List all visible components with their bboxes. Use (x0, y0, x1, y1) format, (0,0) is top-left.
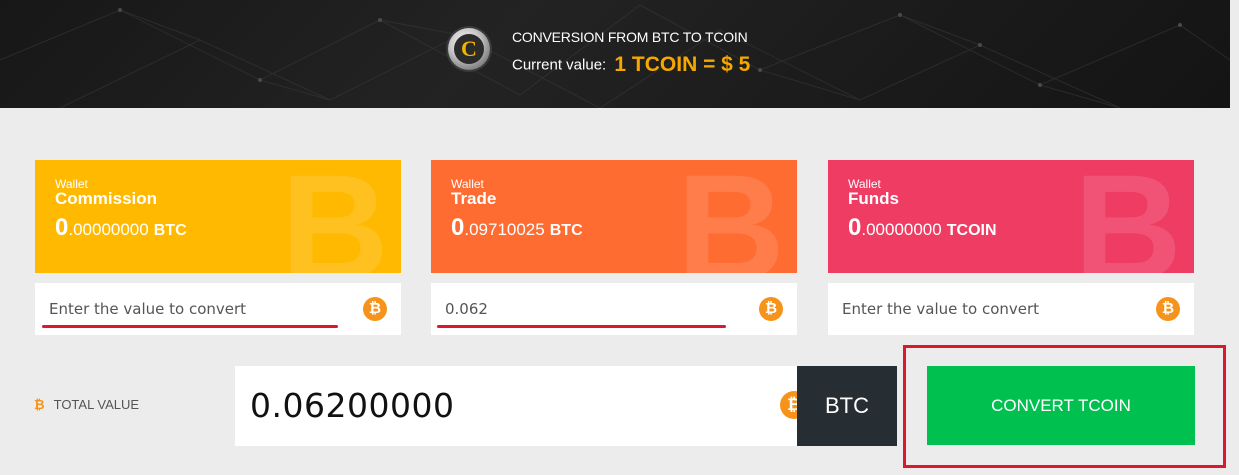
highlight-underline (437, 325, 726, 328)
conversion-title: CONVERSION FROM BTC TO TCOIN (512, 29, 748, 45)
commission-convert-input[interactable] (49, 297, 349, 321)
current-value-label: Current value: (512, 56, 607, 74)
wallet-name: Funds (848, 189, 899, 208)
bitcoin-watermark-icon: B (280, 160, 389, 273)
current-value-line: Current value: 1 TCOIN = $ 5 (512, 53, 750, 77)
scrollbar-track[interactable] (1230, 0, 1239, 100)
total-value-amount: 0.06200000 (250, 386, 455, 425)
wallet-balance: 0.09710025 BTC (451, 214, 583, 242)
wallet-name: Commission (55, 189, 158, 208)
bitcoin-icon: ₿ (1156, 297, 1180, 321)
balance-integer: 0 (848, 214, 862, 241)
total-value-box: 0.06200000 ₿ (235, 366, 808, 446)
bitcoin-icon: ₿ (759, 297, 783, 321)
header-banner: C CONVERSION FROM BTC TO TCOIN Current v… (0, 0, 1230, 108)
balance-currency: BTC (549, 222, 583, 239)
wallet-card-funds: B Wallet Funds 0.00000000 TCOIN (828, 160, 1194, 273)
highlight-underline (42, 325, 338, 328)
balance-currency: TCOIN (946, 222, 997, 239)
wallet-name: Trade (451, 189, 497, 208)
wallet-card-trade: B Wallet Trade 0.09710025 BTC (431, 160, 797, 273)
tcoin-logo-icon: C (448, 28, 490, 70)
balance-integer: 0 (451, 214, 465, 241)
funds-convert-field: ₿ (828, 283, 1194, 335)
total-label-text: TOTAL VALUE (53, 397, 140, 412)
total-value-label: ₿ TOTAL VALUE (34, 397, 139, 412)
balance-integer: 0 (55, 214, 69, 241)
balance-currency: BTC (153, 222, 187, 239)
wallet-card-commission: B Wallet Commission 0.00000000 BTC (35, 160, 401, 273)
bitcoin-icon: ₿ (363, 297, 387, 321)
bitcoin-watermark-icon: B (1073, 160, 1182, 273)
balance-decimals: .00000000 (861, 220, 942, 239)
logo-letter: C (454, 34, 484, 64)
balance-decimals: .00000000 (68, 220, 149, 239)
trade-convert-input[interactable] (445, 297, 745, 321)
balance-decimals: .09710025 (464, 220, 545, 239)
convert-tcoin-button[interactable]: CONVERT TCOIN (927, 366, 1195, 445)
funds-convert-input[interactable] (842, 297, 1142, 321)
total-unit-badge: BTC (797, 366, 897, 446)
wallet-balance: 0.00000000 BTC (55, 214, 187, 242)
current-value-rate: 1 TCOIN = $ 5 (614, 53, 751, 76)
bitcoin-watermark-icon: B (676, 160, 785, 273)
wallet-balance: 0.00000000 TCOIN (848, 214, 997, 242)
bitcoin-icon: ₿ (34, 397, 45, 412)
